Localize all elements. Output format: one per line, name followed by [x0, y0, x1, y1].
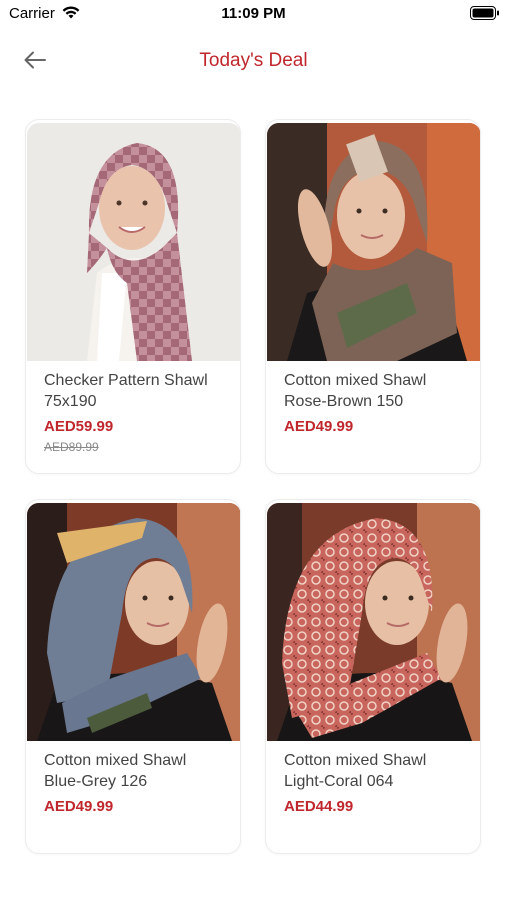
product-card[interactable]: Cotton mixed Shawl Light-Coral 064 AED44…: [265, 499, 481, 854]
product-card[interactable]: Cotton mixed Shawl Blue-Grey 126 AED49.9…: [25, 499, 241, 854]
product-image: [267, 123, 480, 361]
nav-bar: Today's Deal: [0, 40, 507, 80]
battery-icon: [470, 6, 499, 20]
product-title: Cotton mixed Shawl Rose-Brown 150: [284, 372, 427, 410]
product-image: [27, 503, 240, 741]
page-title: Today's Deal: [199, 50, 308, 71]
status-time: 11:09 PM: [221, 5, 286, 22]
product-title: Cotton mixed Shawl Blue-Grey 126: [44, 752, 187, 790]
product-image: [267, 503, 480, 741]
product-price: AED49.99: [44, 798, 114, 815]
product-price: AED49.99: [284, 418, 354, 435]
product-price: AED44.99: [284, 798, 354, 815]
product-card[interactable]: Cotton mixed Shawl Rose-Brown 150 AED49.…: [265, 119, 481, 474]
product-price: AED59.99: [44, 418, 114, 435]
product-image: [27, 123, 240, 361]
product-title: Cotton mixed Shawl Light-Coral 064: [284, 752, 427, 790]
status-bar: Carrier 11:09 PM: [0, 0, 507, 28]
product-card[interactable]: Checker Pattern Shawl 75x190 AED59.99 AE…: [25, 119, 241, 474]
product-title: Checker Pattern Shawl 75x190: [44, 372, 208, 410]
product-old-price: AED89.99: [44, 440, 99, 454]
